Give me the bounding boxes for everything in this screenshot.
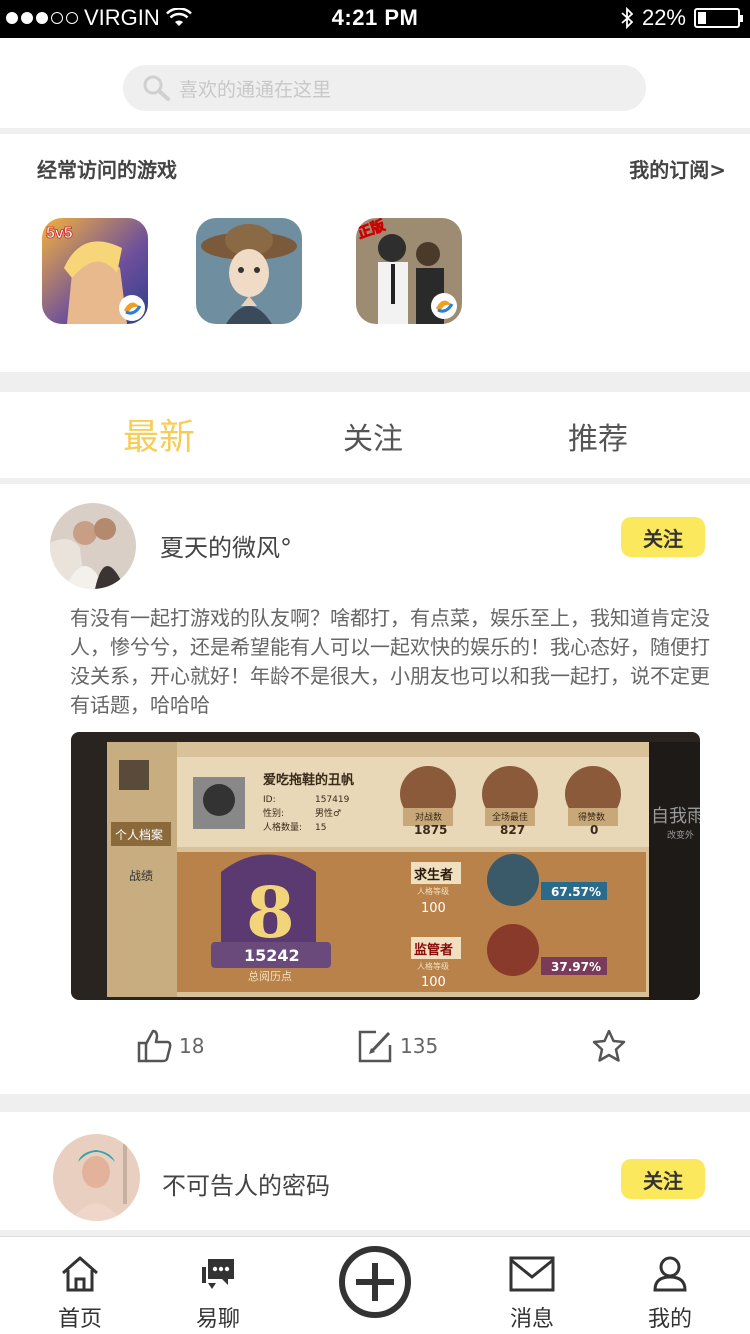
image-role-1-pct: 67.57% bbox=[551, 885, 601, 899]
post-username[interactable]: 不可告人的密码 bbox=[162, 1166, 330, 1201]
like-action[interactable]: 18 bbox=[137, 1029, 204, 1063]
star-icon bbox=[592, 1029, 626, 1062]
image-badge-value-2: 827 bbox=[500, 823, 525, 837]
nav-home-label: 首页 bbox=[57, 1307, 102, 1332]
follow-button[interactable]: 关注 bbox=[621, 1159, 705, 1199]
nav-messages-label: 消息 bbox=[509, 1307, 554, 1332]
image-badge-value-1: 1875 bbox=[414, 823, 447, 837]
frequent-games-section: 经常访问的游戏 我的订阅> 5v5 正版 bbox=[0, 134, 750, 372]
image-role-1-sub: 人格等级 bbox=[417, 886, 449, 896]
post-text: 有没有一起打游戏的队友啊？啥都打，有点菜，娱乐至上，我知道肯定没人，惨兮兮，还是… bbox=[70, 606, 710, 717]
tab-latest[interactable]: 最新 bbox=[123, 408, 195, 460]
tab-recommended[interactable]: 推荐 bbox=[568, 414, 628, 458]
image-badge-label-3: 得赞数 bbox=[578, 811, 605, 823]
image-role-1: 求生者 bbox=[414, 867, 453, 883]
bottom-nav: 首页 易聊 消息 我的 bbox=[0, 1236, 750, 1334]
image-role-2-pct: 37.97% bbox=[551, 960, 601, 974]
bluetooth-icon bbox=[621, 7, 634, 29]
battery-fill bbox=[698, 12, 707, 24]
thumbs-up-icon bbox=[137, 1029, 172, 1063]
favorite-action[interactable] bbox=[591, 1029, 627, 1063]
follow-button[interactable]: 关注 bbox=[621, 517, 705, 557]
nav-profile[interactable]: 我的 bbox=[625, 1255, 715, 1333]
avatar[interactable] bbox=[50, 503, 136, 589]
search-area: 喜欢的通通在这里 bbox=[0, 38, 750, 128]
nav-messages[interactable]: 消息 bbox=[487, 1255, 577, 1333]
mail-icon bbox=[509, 1256, 555, 1292]
edit-icon bbox=[358, 1030, 392, 1063]
my-subscriptions-link[interactable]: 我的订阅> bbox=[629, 154, 726, 183]
image-count-value: 15 bbox=[315, 823, 326, 833]
image-menu-profile: 个人档案 bbox=[115, 827, 163, 842]
image-big-number: 8 bbox=[246, 871, 295, 954]
post-card: 不可告人的密码 关注 bbox=[0, 1112, 750, 1230]
game-icon-pubg[interactable]: 正版 bbox=[356, 218, 462, 324]
battery-icon bbox=[694, 8, 743, 28]
search-placeholder: 喜欢的通通在这里 bbox=[179, 78, 332, 101]
nav-chat-label: 易聊 bbox=[195, 1307, 240, 1332]
image-role-2-level: 100 bbox=[421, 975, 446, 990]
image-role-2-sub: 人格等级 bbox=[417, 961, 449, 971]
comment-action[interactable]: 135 bbox=[358, 1029, 438, 1063]
tab-following[interactable]: 关注 bbox=[343, 414, 403, 458]
feed-tabs: 最新 关注 推荐 bbox=[0, 392, 750, 478]
nav-chat[interactable]: 易聊 bbox=[173, 1255, 263, 1333]
nav-home[interactable]: 首页 bbox=[35, 1255, 125, 1333]
post-image[interactable]: 个人档案 战绩 爱吃拖鞋的丑帆 ID: 157419 性别: 男性♂ 人格数量:… bbox=[71, 732, 700, 1000]
image-role-2: 监管者 bbox=[414, 942, 453, 958]
game-badge-5v5: 5v5 bbox=[46, 225, 73, 242]
image-gender-value: 男性♂ bbox=[315, 807, 341, 819]
avatar[interactable] bbox=[53, 1134, 140, 1221]
image-badge-label-2: 全场最佳 bbox=[492, 811, 528, 823]
frequent-games-title: 经常访问的游戏 bbox=[37, 158, 177, 182]
home-icon bbox=[62, 1256, 98, 1292]
image-player-name: 爱吃拖鞋的丑帆 bbox=[263, 772, 354, 788]
image-menu-record: 战绩 bbox=[129, 869, 153, 883]
image-role-1-level: 100 bbox=[421, 901, 446, 916]
image-badge-value-3: 0 bbox=[590, 823, 598, 837]
image-side-text: 自我雨 bbox=[651, 806, 700, 827]
image-side-subtext: 改变外 bbox=[667, 829, 694, 841]
battery-percent: 22% bbox=[641, 5, 686, 30]
image-score-label: 总阅历点 bbox=[248, 969, 292, 983]
status-right: 22% bbox=[620, 5, 743, 31]
post-username[interactable]: 夏天的微风° bbox=[160, 528, 292, 563]
image-gender-label: 性别: bbox=[263, 807, 284, 819]
nav-add[interactable] bbox=[330, 1245, 420, 1325]
search-input[interactable]: 喜欢的通通在这里 bbox=[123, 65, 646, 111]
post-card: 夏天的微风° 关注 有没有一起打游戏的队友啊？啥都打，有点菜，娱乐至上，我知道肯… bbox=[0, 484, 750, 1094]
search-icon bbox=[143, 75, 170, 101]
comment-count: 135 bbox=[400, 1034, 439, 1058]
image-id-label: ID: bbox=[263, 795, 276, 805]
add-icon bbox=[339, 1246, 411, 1318]
profile-icon bbox=[653, 1256, 687, 1292]
game-icon-identity-v[interactable] bbox=[196, 218, 302, 324]
image-count-label: 人格数量: bbox=[263, 821, 302, 833]
nav-profile-label: 我的 bbox=[647, 1307, 692, 1332]
status-bar: VIRGIN 4:21 PM 22% bbox=[0, 0, 750, 38]
like-count: 18 bbox=[179, 1034, 205, 1058]
game-icon-honor-of-kings[interactable]: 5v5 bbox=[42, 218, 148, 324]
chat-icon bbox=[202, 1259, 234, 1289]
image-id-value: 157419 bbox=[315, 795, 350, 805]
image-badge-label-1: 对战数 bbox=[415, 811, 442, 823]
image-score: 15242 bbox=[244, 946, 300, 965]
